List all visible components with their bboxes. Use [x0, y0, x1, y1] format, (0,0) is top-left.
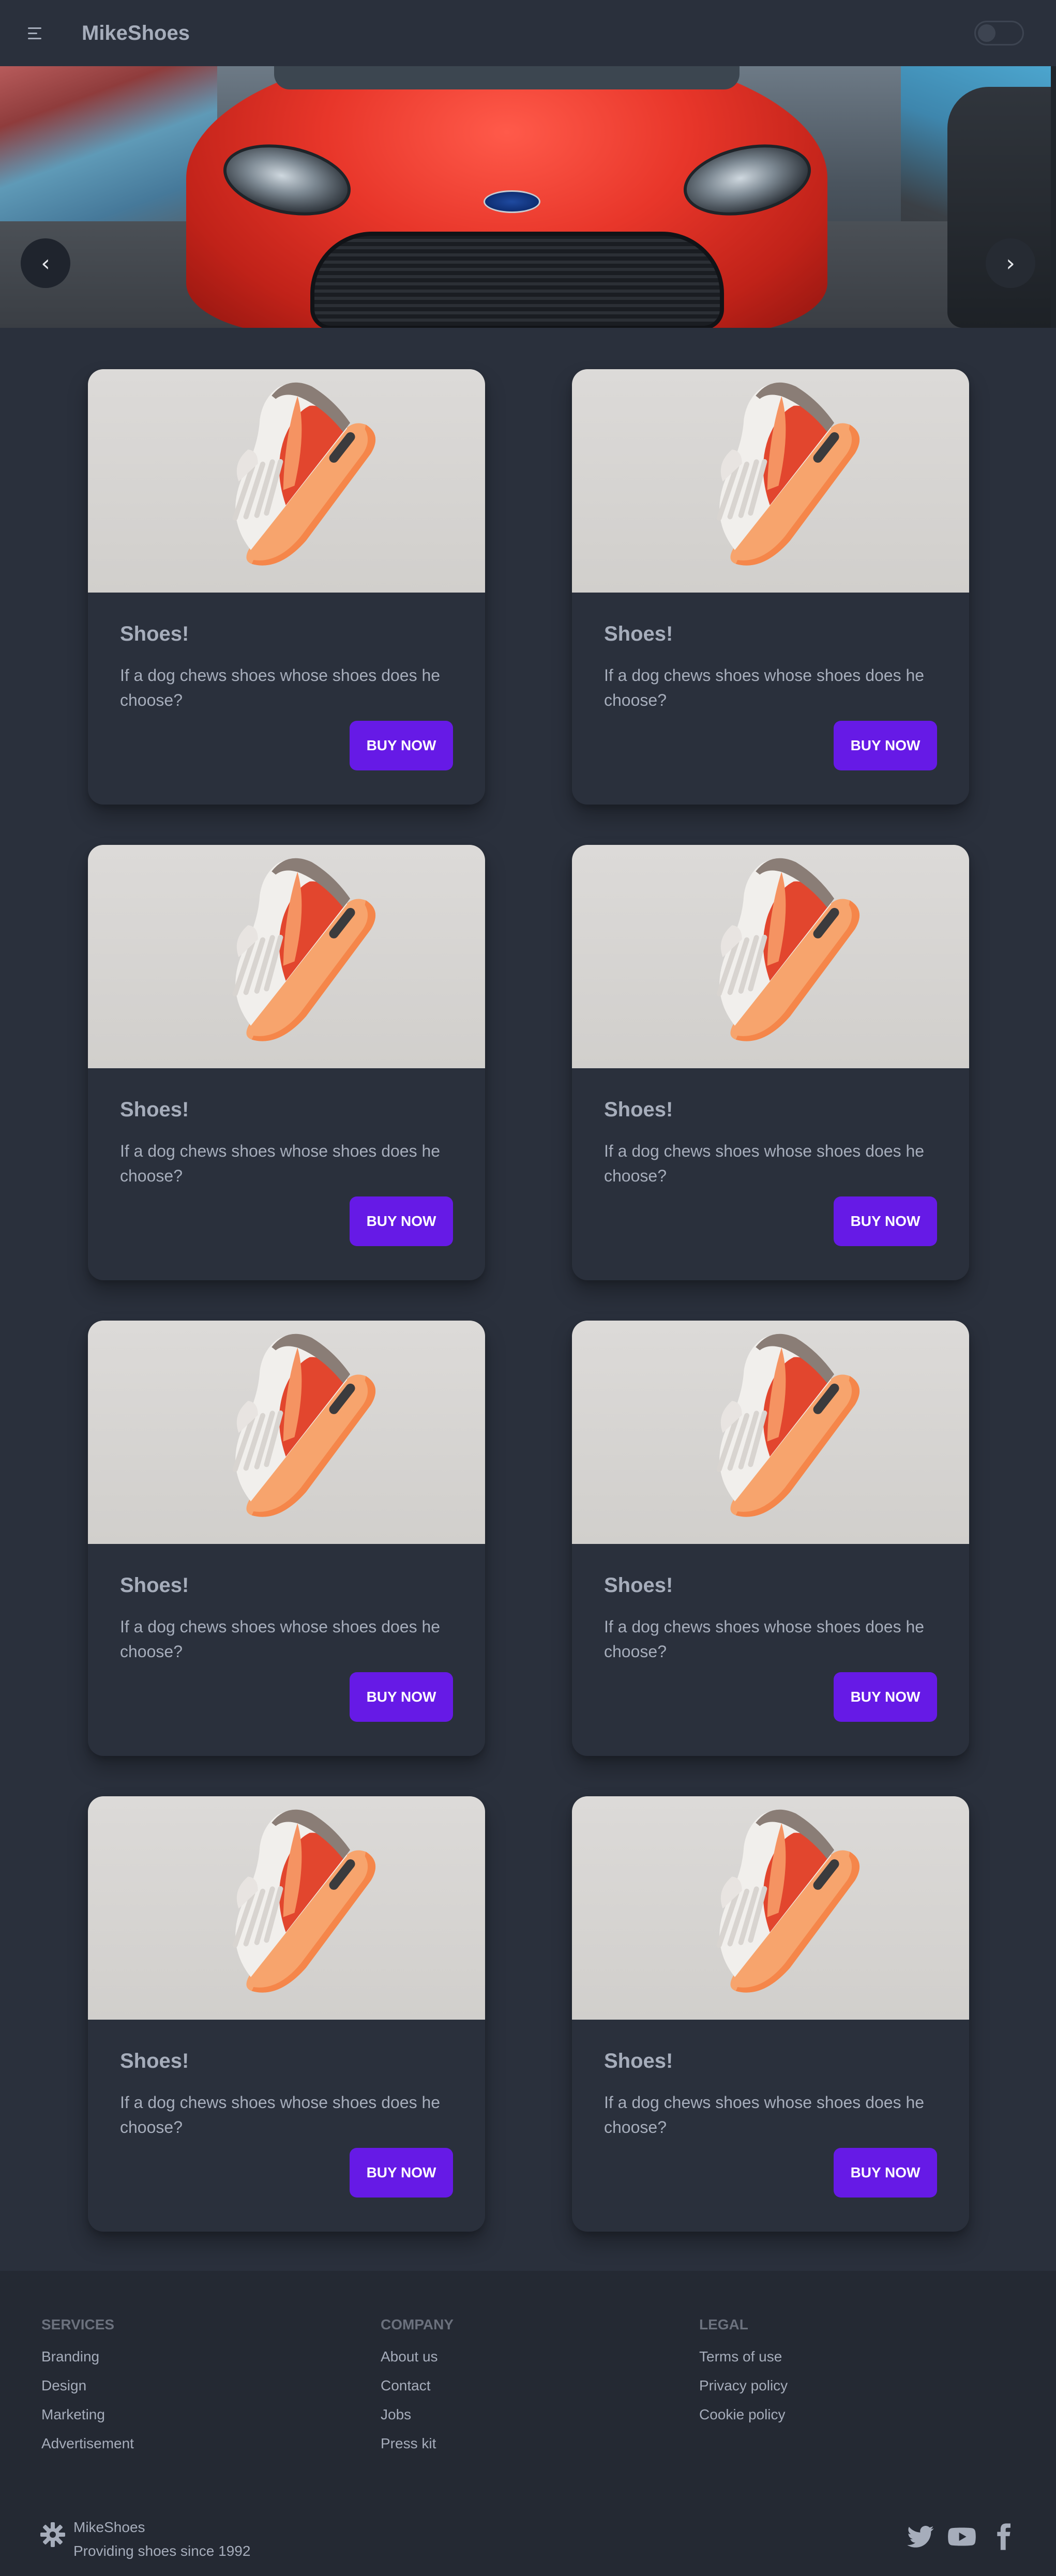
- shoe-image: [232, 858, 376, 1041]
- product-description: If a dog chews shoes whose shoes does he…: [604, 666, 925, 709]
- shoe-image: [716, 1809, 860, 1993]
- carousel-next-button[interactable]: ›: [986, 238, 1035, 288]
- hero-carousel: ‹ ›: [0, 66, 1056, 328]
- shoe-image: [232, 1334, 376, 1517]
- buy-now-button[interactable]: Buy Now: [350, 2148, 453, 2198]
- product-card: Shoes! If a dog chews shoes whose shoes d…: [572, 1796, 969, 2232]
- footer-link-branding[interactable]: Branding: [41, 2346, 134, 2367]
- product-image: [88, 369, 485, 593]
- product-card: Shoes! If a dog chews shoes whose shoes d…: [88, 369, 485, 805]
- footer-heading-company: Company: [381, 2316, 454, 2332]
- footer-link-contact[interactable]: Contact: [381, 2375, 454, 2396]
- footer-link-press-kit[interactable]: Press kit: [381, 2433, 454, 2454]
- product-card: Shoes! If a dog chews shoes whose shoes d…: [572, 845, 969, 1280]
- buy-now-button[interactable]: Buy Now: [350, 1196, 453, 1246]
- product-description: If a dog chews shoes whose shoes does he…: [120, 1142, 441, 1185]
- shoe-image: [716, 1334, 860, 1517]
- footer-link-cookie[interactable]: Cookie policy: [699, 2404, 788, 2425]
- footer-legal: Legal Terms of use Privacy policy Cookie…: [699, 2314, 788, 2433]
- facebook-icon[interactable]: [989, 2522, 1018, 2551]
- footer: Services Branding Design Marketing Adver…: [0, 2271, 1056, 2576]
- twitter-icon[interactable]: [906, 2522, 935, 2551]
- product-image: [88, 1796, 485, 2020]
- footer-brand: MikeShoes: [73, 2519, 145, 2535]
- brand-title[interactable]: MikeShoes: [82, 21, 190, 46]
- footer-link-marketing[interactable]: Marketing: [41, 2404, 134, 2425]
- product-image: [572, 369, 969, 593]
- footer-link-terms[interactable]: Terms of use: [699, 2346, 788, 2367]
- shoe-image: [716, 382, 860, 566]
- product-card: Shoes! If a dog chews shoes whose shoes d…: [572, 1321, 969, 1756]
- product-card: Shoes! If a dog chews shoes whose shoes d…: [572, 369, 969, 805]
- footer-link-advertisement[interactable]: Advertisement: [41, 2433, 134, 2454]
- youtube-icon[interactable]: [947, 2522, 976, 2551]
- product-image: [572, 1321, 969, 1544]
- product-image: [88, 845, 485, 1068]
- car-windshield: [274, 66, 740, 89]
- footer-company: Company About us Contact Jobs Press kit: [381, 2314, 454, 2462]
- product-title: Shoes!: [120, 1098, 189, 1121]
- product-title: Shoes!: [604, 1098, 673, 1121]
- footer-link-jobs[interactable]: Jobs: [381, 2404, 454, 2425]
- product-title: Shoes!: [604, 2050, 673, 2072]
- product-description: If a dog chews shoes whose shoes does he…: [120, 1617, 441, 1661]
- product-description: If a dog chews shoes whose shoes does he…: [604, 2093, 925, 2136]
- footer-heading-legal: Legal: [699, 2316, 748, 2332]
- buy-now-button[interactable]: Buy Now: [834, 1196, 937, 1246]
- car-grille: [310, 232, 724, 328]
- product-image: [572, 845, 969, 1068]
- car-badge: [484, 190, 540, 213]
- navbar: MikeShoes: [0, 0, 1056, 66]
- buy-now-button[interactable]: Buy Now: [350, 721, 453, 770]
- image-edge: [1051, 66, 1056, 328]
- product-description: If a dog chews shoes whose shoes does he…: [120, 2093, 441, 2136]
- toggle-knob: [978, 24, 995, 42]
- product-title: Shoes!: [120, 623, 189, 645]
- buy-now-button[interactable]: Buy Now: [350, 1672, 453, 1722]
- footer-heading-services: Services: [41, 2316, 115, 2332]
- shoe-image: [232, 382, 376, 566]
- menu-icon[interactable]: [23, 21, 48, 46]
- footer-link-privacy[interactable]: Privacy policy: [699, 2375, 788, 2396]
- footer-services: Services Branding Design Marketing Adver…: [41, 2314, 134, 2462]
- carousel-prev-button[interactable]: ‹: [21, 238, 70, 288]
- product-description: If a dog chews shoes whose shoes does he…: [604, 1142, 925, 1185]
- footer-link-about[interactable]: About us: [381, 2346, 454, 2367]
- product-title: Shoes!: [604, 1574, 673, 1597]
- footer-link-design[interactable]: Design: [41, 2375, 134, 2396]
- shoe-image: [716, 858, 860, 1041]
- product-title: Shoes!: [604, 623, 673, 645]
- product-image: [88, 1321, 485, 1544]
- gear-logo-icon: [40, 2522, 65, 2547]
- footer-tagline: Providing shoes since 1992: [73, 2543, 251, 2559]
- shoe-image: [232, 1809, 376, 1993]
- product-title: Shoes!: [120, 2050, 189, 2072]
- buy-now-button[interactable]: Buy Now: [834, 1672, 937, 1722]
- product-description: If a dog chews shoes whose shoes does he…: [120, 666, 441, 709]
- theme-toggle[interactable]: [974, 21, 1024, 46]
- product-title: Shoes!: [120, 1574, 189, 1597]
- dark-car: [947, 87, 1056, 328]
- product-card: Shoes! If a dog chews shoes whose shoes d…: [88, 1796, 485, 2232]
- buy-now-button[interactable]: Buy Now: [834, 2148, 937, 2198]
- buy-now-button[interactable]: Buy Now: [834, 721, 937, 770]
- product-card: Shoes! If a dog chews shoes whose shoes d…: [88, 1321, 485, 1756]
- product-card: Shoes! If a dog chews shoes whose shoes d…: [88, 845, 485, 1280]
- product-image: [572, 1796, 969, 2020]
- product-description: If a dog chews shoes whose shoes does he…: [604, 1617, 925, 1661]
